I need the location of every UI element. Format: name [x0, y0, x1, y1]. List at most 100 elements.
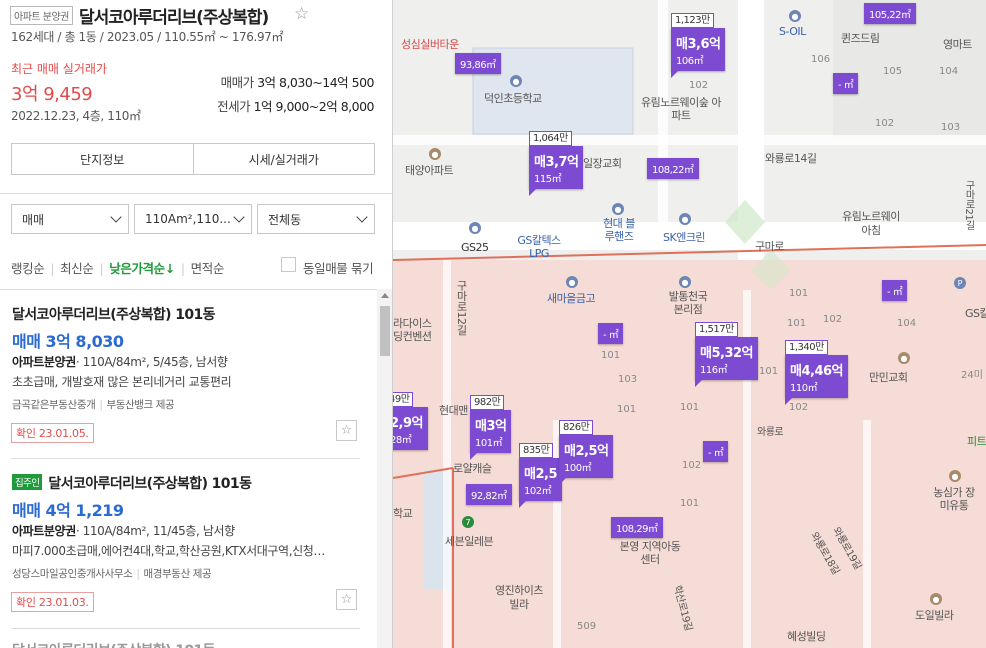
listing-title-row: 집주인 달서코아루더리브(주상복합) 101동 [12, 473, 252, 493]
poi-label[interactable]: 영진하이츠 빌라 [489, 584, 549, 612]
dong-value: 전체동 [268, 212, 302, 227]
price-marker[interactable]: 49만 2,9억 28㎡ [393, 392, 428, 450]
area-marker[interactable]: 108,29㎡ [611, 517, 663, 538]
provider-name: 매경부동산 제공 [143, 568, 212, 580]
convenience-store-icon: 7 [462, 516, 474, 528]
poi-label[interactable]: 학교 [393, 505, 413, 521]
poi-label[interactable]: 일장교회 [583, 155, 622, 171]
poi-label[interactable]: 피트 [967, 433, 986, 449]
per-pyeong-price: 826만 [559, 420, 594, 435]
poi-label[interactable]: 라다이스 딩컨벤션 [393, 317, 439, 343]
poi-label[interactable]: 영마트 [943, 36, 972, 52]
parking-icon: P [954, 277, 966, 289]
poi-label[interactable]: 태양아파트 [405, 162, 454, 178]
listing-agent: 성당스마일공인중개사사무소 | 매경부동산 제공 [12, 568, 212, 580]
favorite-star-icon[interactable]: ☆ [294, 4, 309, 24]
poi-label[interactable]: 로얄캐슬 [453, 460, 492, 476]
poi-label[interactable]: 덕인초등학교 [484, 90, 542, 106]
area-marker[interactable]: 108,22㎡ [647, 158, 699, 179]
marker-area: 106㎡ [676, 56, 704, 67]
complex-panel: 아파트 분양권 달서코아루더리브(주상복합) ☆ 162세대 / 총 1동 / … [0, 0, 393, 648]
listing-item[interactable]: 달서코아루더리브(주상복합) 101동 매매 3억 8,030 아파트분양권· … [0, 290, 375, 458]
listing-description: 마피7.000초급매,에어컨4대,학교,학산공원,KTX서대구역,신청… [12, 544, 325, 558]
trade-type-select[interactable]: 매매 [11, 204, 129, 234]
price-marker[interactable]: 826만 매2,5억 100㎡ [559, 420, 614, 485]
complex-name: 달서코아루더리브(주상복합) [79, 8, 269, 28]
price-marker[interactable]: 1,064만 매3,7억 115㎡ [529, 131, 584, 196]
marker-area: 100㎡ [564, 463, 592, 474]
agent-name[interactable]: 금곡같은부동산중개 [12, 399, 96, 411]
area-select[interactable]: 110Am²,110... [134, 204, 252, 234]
price-marker[interactable]: 1,340만 매4,46억 110㎡ [785, 340, 848, 405]
poi-label[interactable]: 농심가 장미유통 [929, 486, 979, 512]
road-label: 구마로21길 [963, 180, 974, 230]
area-marker[interactable]: - ㎡ [833, 73, 859, 94]
poi-label[interactable]: 유림노르웨이숲 아파트 [641, 96, 721, 122]
sort-latest[interactable]: 최신순 [60, 261, 94, 276]
church-icon: ● [898, 352, 910, 364]
area-marker[interactable]: 93,86㎡ [455, 53, 501, 74]
school-icon: ● [510, 75, 522, 87]
poi-label[interactable]: GS칼텍스 LPG [513, 234, 565, 260]
per-pyeong-price: 982만 [470, 395, 505, 410]
list-scrollbar[interactable] [377, 289, 392, 648]
building-number: 102 [823, 314, 843, 325]
jeonse-range-label: 전세가 [217, 99, 251, 114]
price-marker[interactable]: 835만 매2,5 102㎡ [519, 443, 562, 508]
poi-label[interactable]: 본영 지역아동센터 [615, 540, 685, 566]
listing-favorite-star-icon[interactable]: ☆ [336, 589, 357, 610]
building-number: 105 [883, 66, 903, 77]
dong-select[interactable]: 전체동 [257, 204, 375, 234]
area-marker[interactable]: - ㎡ [598, 323, 624, 344]
area-marker[interactable]: - ㎡ [882, 280, 908, 301]
scrollbar-thumb[interactable] [380, 306, 390, 356]
sort-area[interactable]: 면적순 [191, 261, 225, 276]
listing-favorite-star-icon[interactable]: ☆ [336, 420, 357, 441]
area-marker[interactable]: 92,82㎡ [466, 484, 512, 505]
marker-price: 매4,46억 [790, 364, 844, 379]
poi-label[interactable]: GS25 [461, 241, 489, 254]
poi-label[interactable]: 만민교회 [869, 369, 908, 385]
map-view[interactable]: 성심실버타운 덕인초등학교 태양아파트 일장교회 유림노르웨이숲 아파트 S-O… [393, 0, 986, 648]
building-number: 102 [689, 80, 709, 91]
app: 아파트 분양권 달서코아루더리브(주상복합) ☆ 162세대 / 총 1동 / … [0, 0, 986, 648]
marker-area: 115㎡ [534, 174, 562, 185]
area-value: 110Am²,110... [145, 212, 231, 226]
per-pyeong-price: 1,064만 [529, 131, 572, 146]
listing-title: 달서코아루더리브(주상복합) 101동 [12, 307, 216, 323]
marker-price: 매3억 [475, 419, 507, 434]
poi-label[interactable]: 혜성빌딩 [787, 628, 826, 644]
same-listing-checkbox[interactable] [281, 257, 296, 272]
poi-label[interactable]: 새마을금고 [547, 290, 596, 306]
agent-name[interactable]: 성당스마일공인중개사사무소 [12, 568, 133, 580]
poi-label[interactable]: 유림노르웨이 아침 [839, 210, 903, 238]
poi-label[interactable]: 세븐일레븐 [445, 533, 494, 549]
marker-price: 매3,6억 [676, 37, 721, 52]
building-number: 102 [682, 460, 702, 471]
poi-label[interactable]: GS칼 [965, 305, 986, 321]
listing-item[interactable]: 집주인 달서코아루더리브(주상복합) 101동 매매 4억 1,219 아파트분양… [0, 459, 375, 629]
area-marker[interactable]: 105,22㎡ [864, 3, 916, 24]
scroll-up-arrow-icon[interactable] [381, 293, 389, 298]
tab-complex-info[interactable]: 단지정보 [12, 144, 193, 174]
area-marker[interactable]: - ㎡ [703, 441, 729, 462]
listing-spec: 아파트분양권· 110A/84m², 11/45층, 남서향 [12, 522, 235, 539]
poi-label[interactable]: 현대 블루핸즈 [599, 217, 639, 243]
tab-market-price[interactable]: 시세/실거래가 [192, 144, 375, 174]
listing-price: 매매 4억 1,219 [12, 501, 124, 520]
building-number: 101 [680, 498, 700, 509]
marker-area: 102㎡ [524, 486, 552, 497]
poi-label[interactable]: 도일빌라 [915, 607, 954, 623]
poi-label[interactable]: 발통천국 본리점 [663, 290, 713, 316]
poi-label[interactable]: 성심실버타운 [401, 36, 459, 52]
poi-label[interactable]: SK엔크린 [663, 229, 706, 245]
sort-low-price[interactable]: 낮은가격순↓ [109, 261, 175, 276]
poi-label[interactable]: 현대맨 [439, 402, 468, 418]
poi-label[interactable]: S-OIL [779, 25, 806, 38]
poi-label[interactable]: 퀸즈드림 [841, 30, 880, 46]
marker-area: 110㎡ [790, 383, 818, 394]
sort-ranking[interactable]: 랭킹순 [11, 261, 45, 276]
price-marker[interactable]: 1,517만 매5,32억 116㎡ [695, 322, 758, 387]
price-marker[interactable]: 982만 매3억 101㎡ [470, 395, 512, 460]
price-marker[interactable]: 1,123만 매3,6억 106㎡ [671, 13, 726, 78]
